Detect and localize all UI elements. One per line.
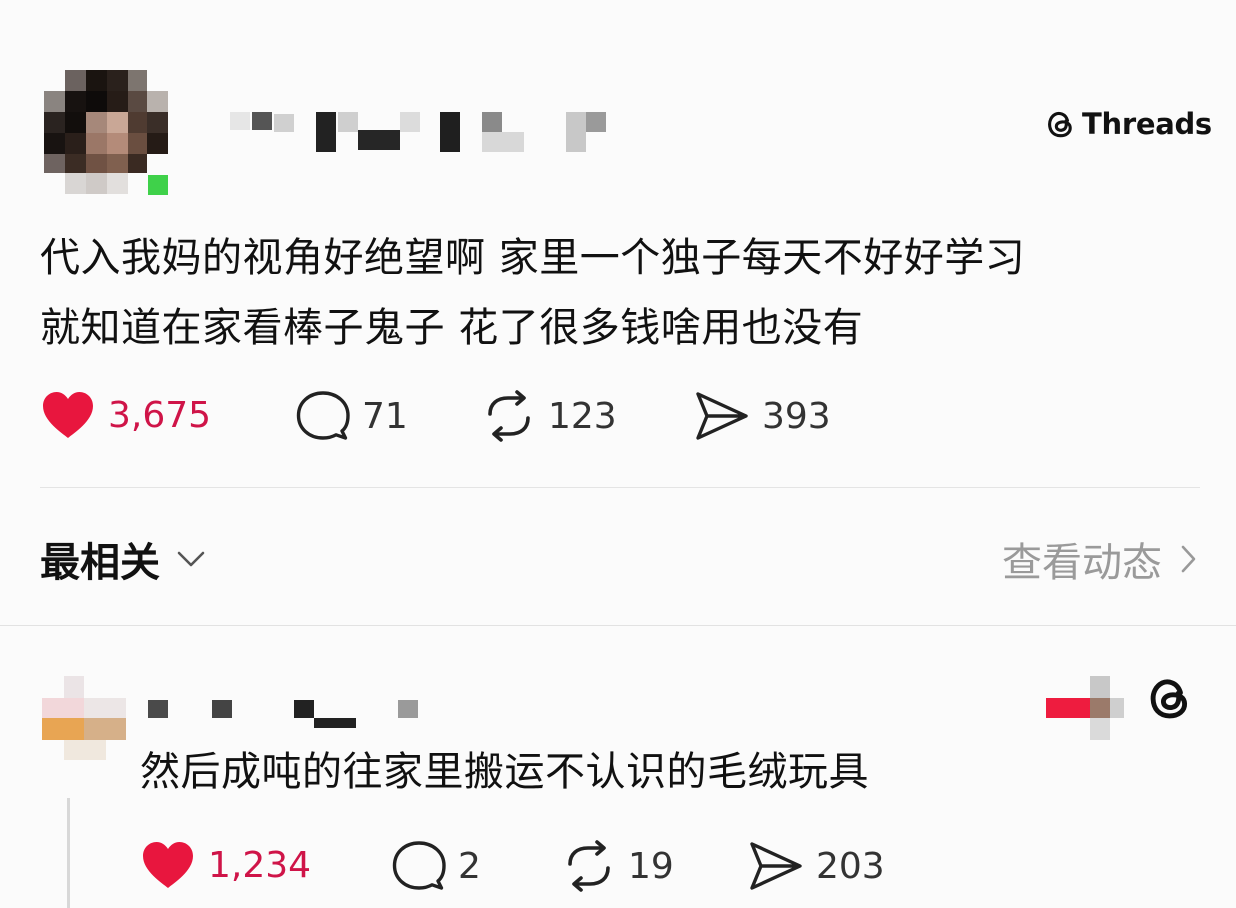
- repost-count: 123: [548, 395, 617, 437]
- like-button[interactable]: 3,675: [40, 390, 211, 440]
- post-text-line-2: 就知道在家看棒子鬼子 花了很多钱啥用也没有: [40, 305, 864, 351]
- divider: [40, 487, 1200, 488]
- post-text-line-1: 代入我妈的视角好绝望啊 家里一个独子每天不好好学习: [40, 235, 1026, 281]
- repost-icon: [568, 840, 610, 892]
- share-button[interactable]: 393: [694, 390, 831, 442]
- reply-comment-count: 2: [458, 845, 481, 887]
- threads-logo-icon[interactable]: [1144, 672, 1194, 728]
- reply-username-redacted[interactable]: [140, 694, 440, 734]
- thread-connector-line: [67, 798, 70, 908]
- post-body: 代入我妈的视角好绝望啊 家里一个独子每天不好好学习 就知道在家看棒子鬼子 花了很…: [40, 223, 1200, 363]
- threads-logo-icon: [1048, 111, 1072, 138]
- reply-repost-count: 19: [628, 845, 674, 887]
- reply-share-button[interactable]: 203: [748, 840, 885, 892]
- comment-icon: [296, 391, 350, 440]
- sort-dropdown[interactable]: 最相关: [40, 530, 206, 588]
- sort-label: 最相关: [40, 540, 160, 586]
- comment-count: 71: [362, 395, 408, 437]
- reply-comment-button[interactable]: 2: [392, 840, 481, 892]
- online-status-indicator: [148, 175, 168, 195]
- chevron-right-icon: [1181, 545, 1196, 573]
- username-redacted[interactable]: [230, 110, 610, 154]
- chevron-down-icon: [177, 551, 205, 567]
- repost-button[interactable]: 123: [482, 390, 617, 442]
- reply-repost-button[interactable]: 19: [562, 840, 674, 892]
- heart-icon: [143, 842, 193, 888]
- comment-button[interactable]: 71: [296, 390, 408, 442]
- share-count: 393: [762, 395, 831, 437]
- threads-badge[interactable]: Threads: [1044, 104, 1212, 144]
- send-icon: [750, 842, 802, 890]
- heart-icon: [43, 392, 93, 438]
- section-divider: [0, 625, 1236, 626]
- reply-like-button[interactable]: 1,234: [140, 840, 311, 890]
- like-count: 3,675: [108, 394, 212, 436]
- reply-like-count: 1,234: [208, 844, 312, 886]
- reply-avatar[interactable]: [42, 676, 128, 766]
- view-activity-label: 查看动态: [1002, 540, 1162, 586]
- view-activity-link[interactable]: 查看动态: [1002, 530, 1196, 588]
- reply-action-redacted[interactable]: [1046, 676, 1130, 742]
- reply-share-count: 203: [816, 845, 885, 887]
- send-icon: [696, 392, 748, 440]
- comment-icon: [392, 841, 446, 890]
- threads-badge-label: Threads: [1082, 107, 1212, 141]
- repost-icon: [488, 390, 530, 442]
- reply-body: 然后成吨的往家里搬运不认识的毛绒玩具: [140, 749, 869, 795]
